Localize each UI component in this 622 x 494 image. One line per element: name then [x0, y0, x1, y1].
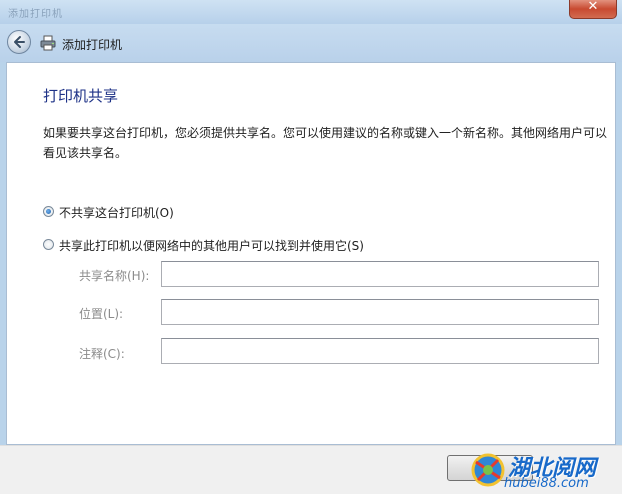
back-arrow-icon: [14, 36, 25, 48]
close-icon: ✕: [587, 0, 599, 14]
watermark-logo: 湖北阅网 hubei88.com: [468, 448, 618, 492]
wizard-content: 打印机共享 如果要共享这台打印机，您必须提供共享名。您可以使用建议的名称或键入一…: [6, 62, 616, 445]
watermark-globe-icon: [471, 453, 505, 487]
radio-label-no-share: 不共享这台打印机(O): [59, 206, 174, 220]
share-name-label: 共享名称(H):: [79, 269, 150, 283]
location-label: 位置(L):: [79, 307, 124, 321]
radio-button-unchecked[interactable]: [43, 239, 54, 250]
location-input[interactable]: [161, 299, 599, 325]
page-description: 如果要共享这台打印机，您必须提供共享名。您可以使用建议的名称或键入一个新名称。其…: [43, 126, 608, 160]
close-button[interactable]: ✕: [569, 0, 617, 19]
comment-label: 注释(C):: [79, 347, 125, 361]
back-button[interactable]: [7, 30, 31, 54]
nav-bar: 添加打印机: [0, 24, 622, 62]
comment-input[interactable]: [161, 338, 599, 364]
radio-button-checked[interactable]: [43, 206, 54, 217]
watermark-url: hubei88.com: [504, 476, 589, 491]
share-name-input[interactable]: [161, 261, 599, 287]
window-title: 添加打印机: [8, 9, 63, 20]
nav-title: 添加打印机: [62, 38, 123, 52]
page-title: 打印机共享: [43, 87, 119, 105]
printer-icon: [40, 35, 56, 51]
radio-label-share: 共享此打印机以便网络中的其他用户可以找到并使用它(S): [59, 239, 364, 253]
window-titlebar: 添加打印机 ✕: [0, 0, 622, 24]
